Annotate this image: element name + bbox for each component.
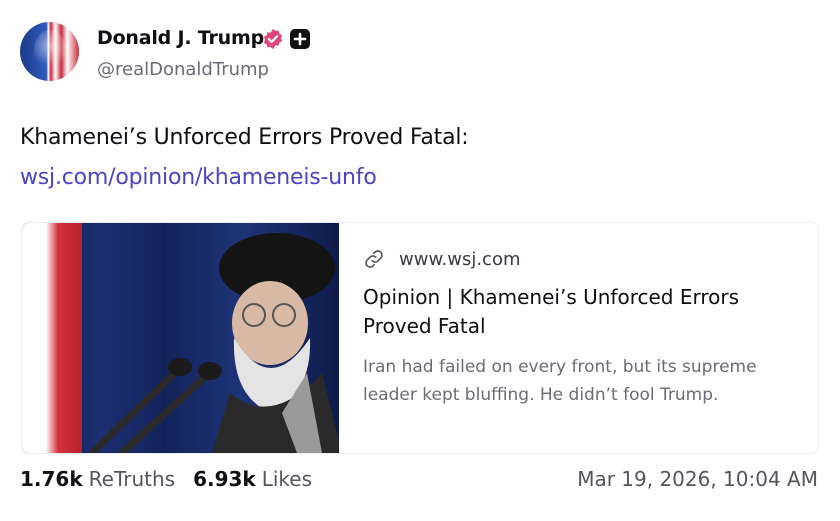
post-timestamp[interactable]: Mar 19, 2026, 10:04 AM xyxy=(577,467,818,491)
post-link[interactable]: wsj.com/opinion/khameneis-unfo xyxy=(20,165,377,190)
author-avatar[interactable] xyxy=(20,22,79,81)
card-image xyxy=(22,223,339,453)
verified-badge-icon xyxy=(263,28,283,50)
portrait-graphic xyxy=(212,233,339,453)
likes-label[interactable]: Likes xyxy=(262,467,312,491)
flag-graphic xyxy=(22,223,82,453)
post-stats: 1.76k ReTruths 6.93k Likes xyxy=(20,467,312,491)
avatar-face xyxy=(34,30,66,76)
author-name[interactable]: Donald J. Trump xyxy=(97,27,264,49)
card-title[interactable]: Opinion | Khamenei’s Unforced Errors Pro… xyxy=(363,283,743,341)
card-body[interactable]: www.wsj.com Opinion | Khamenei’s Unforce… xyxy=(363,247,783,409)
post-text: Khamenei’s Unforced Errors Proved Fatal: xyxy=(20,125,469,150)
retruths-count[interactable]: 1.76k xyxy=(20,467,83,491)
card-description: Iran had failed on every front, but its … xyxy=(363,357,757,405)
author-handle[interactable]: @realDonaldTrump xyxy=(97,59,269,80)
plus-badge-icon xyxy=(290,29,310,49)
card-domain-row: www.wsj.com xyxy=(363,247,783,271)
microphones-graphic xyxy=(88,358,222,453)
retruths-label[interactable]: ReTruths xyxy=(89,467,175,491)
link-icon xyxy=(365,250,383,268)
card-domain: www.wsj.com xyxy=(399,248,521,270)
link-preview-card[interactable]: www.wsj.com Opinion | Khamenei’s Unforce… xyxy=(21,222,819,454)
likes-count[interactable]: 6.93k xyxy=(193,467,256,491)
